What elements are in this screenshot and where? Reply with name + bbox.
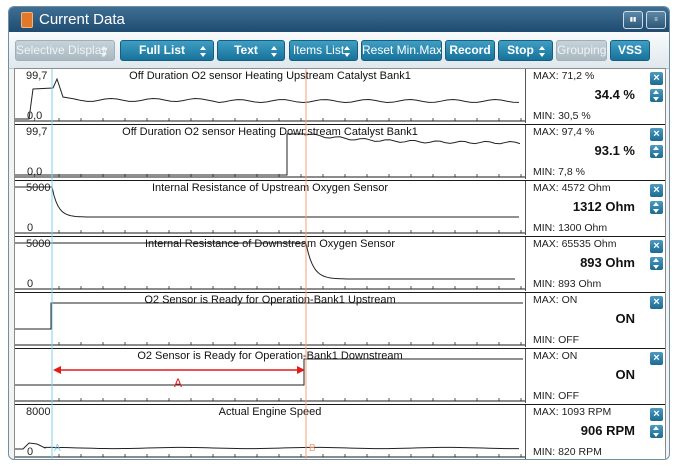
min-value: MIN: 30,5 % (533, 110, 591, 122)
graph-plot: 99,7 0,0 Off Duration O2 sensor Heating Do… (15, 125, 526, 179)
app-icon (21, 12, 33, 28)
value-panel: MAX: 1093 RPM 906 RPM MIN: 820 RPM × (527, 405, 665, 459)
min-value: MIN: 7,8 % (533, 166, 585, 178)
cursor-b-label[interactable]: B (309, 443, 316, 454)
close-icon[interactable]: × (650, 352, 663, 365)
current-value: 93.1 % (594, 143, 635, 158)
data-row: O2 Sensor is Ready for Operation-Bank1 D… (15, 349, 665, 405)
close-icon[interactable]: × (650, 128, 663, 141)
min-value: MIN: 820 RPM (533, 446, 602, 458)
text-button[interactable]: Text (217, 40, 285, 61)
max-value: MAX: ON (533, 294, 578, 306)
value-panel: MAX: 65535 Ohm 893 Ohm MIN: 893 Ohm × (527, 237, 665, 291)
value-panel: MAX: 97,4 % 93.1 % MIN: 7,8 % × (527, 125, 665, 179)
min-value: MIN: OFF (533, 390, 580, 402)
min-value: MIN: 1300 Ohm (533, 222, 608, 234)
data-row: 99,7 0,0 Off Duration O2 sensor Heating Up… (15, 69, 665, 125)
y-min-label: 0 (27, 222, 34, 234)
y-min-label: 0,0 (27, 110, 43, 122)
close-icon[interactable]: × (650, 408, 663, 421)
scale-spinner-icon[interactable] (650, 201, 663, 214)
current-value: 1312 Ohm (572, 199, 635, 214)
graph-plot: 5000 0 Internal Resistance of Upstream Oxy… (15, 181, 526, 235)
current-value: 34.4 % (594, 87, 635, 102)
parameter-name: Off Duration O2 sensor Heating Downstrea… (122, 126, 418, 138)
data-row: 8000 0 Actual Engine Speed MAX: 1093 RPM 906… (15, 405, 665, 459)
scale-spinner-icon[interactable] (650, 425, 663, 438)
spinner-icon (344, 46, 351, 57)
close-icon[interactable]: × (650, 240, 663, 253)
parameter-name: Off Duration O2 sensor Heating Upstream … (129, 70, 411, 82)
value-panel: MAX: ON ON MIN: OFF × (527, 293, 665, 347)
close-icon[interactable]: × (650, 296, 663, 309)
menu-icon[interactable]: ≡ (646, 11, 666, 29)
current-data-window: Current Data ▮▮ ≡ Selective Display Full… (8, 6, 670, 460)
max-value: MAX: 4572 Ohm (533, 182, 611, 194)
y-min-label: 0 (27, 446, 34, 458)
scale-spinner-icon[interactable] (650, 257, 663, 270)
current-value: 893 Ohm (580, 255, 635, 270)
scale-spinner-icon[interactable] (650, 89, 663, 102)
reset-icon[interactable]: ▮▮ (623, 11, 643, 29)
record-button[interactable]: Record (445, 40, 495, 61)
title-bar: Current Data ▮▮ ≡ (9, 7, 669, 32)
spinner-icon (271, 46, 278, 57)
graph-area: 99,7 0,0 Off Duration O2 sensor Heating Up… (14, 68, 666, 459)
max-value: MAX: 1093 RPM (533, 406, 612, 418)
y-min-label: 0,0 (27, 166, 43, 178)
data-row: 99,7 0,0 Off Duration O2 sensor Heating Do… (15, 125, 665, 181)
selective-display-button[interactable]: Selective Display (15, 40, 115, 61)
toolbar: Selective Display Full List Text Items L… (9, 32, 669, 69)
graph-plot: 5000 0 Internal Resistance of Downstream O… (15, 237, 526, 291)
current-value: ON (615, 367, 636, 382)
max-value: MAX: 65535 Ohm (533, 238, 617, 250)
graph-plot: 8000 0 Actual Engine Speed (15, 405, 526, 459)
max-value: MAX: 71,2 % (533, 70, 595, 82)
grouping-button[interactable]: Grouping (556, 40, 607, 61)
data-row: 5000 0 Internal Resistance of Upstream Oxy… (15, 181, 665, 237)
current-value: 906 RPM (580, 423, 635, 438)
close-icon[interactable]: × (650, 184, 663, 197)
scale-spinner-icon[interactable] (650, 145, 663, 158)
parameter-name: Actual Engine Speed (218, 406, 322, 418)
parameter-name: Internal Resistance of Downstream Oxygen… (144, 238, 396, 250)
parameter-name: Internal Resistance of Upstream Oxygen S… (151, 182, 388, 194)
stop-button[interactable]: Stop (498, 40, 553, 61)
max-value: MAX: ON (533, 350, 578, 362)
items-list-button[interactable]: Items List (289, 40, 358, 61)
max-value: MAX: 97,4 % (533, 126, 595, 138)
full-list-button[interactable]: Full List (120, 40, 214, 61)
spinner-icon (200, 46, 207, 57)
data-row: 5000 0 Internal Resistance of Downstream O… (15, 237, 665, 293)
y-min-label: 0 (27, 278, 34, 290)
parameter-name: O2 Sensor is Ready for Operation-Bank1 U… (144, 294, 396, 306)
value-panel: MAX: 71,2 % 34.4 % MIN: 30,5 % × (527, 69, 665, 123)
graph-plot: 99,7 0,0 Off Duration O2 sensor Heating Up… (15, 69, 526, 123)
value-panel: MAX: ON ON MIN: OFF × (527, 349, 665, 403)
min-value: MIN: OFF (533, 334, 580, 346)
parameter-name: O2 Sensor is Ready for Operation-Bank1 D… (137, 350, 403, 362)
window-title: Current Data (39, 11, 125, 28)
reset-min-max-button[interactable]: Reset Min.Max (361, 40, 442, 61)
annotation-label: A (174, 376, 183, 390)
min-value: MIN: 893 Ohm (533, 278, 602, 290)
graph-plot: O2 Sensor is Ready for Operation-Bank1 U… (15, 293, 526, 347)
spinner-icon (101, 46, 108, 57)
spinner-icon (539, 46, 546, 57)
current-value: ON (615, 311, 636, 326)
value-panel: MAX: 4572 Ohm 1312 Ohm MIN: 1300 Ohm × (527, 181, 665, 235)
vss-button[interactable]: VSS (610, 40, 650, 61)
close-icon[interactable]: × (650, 72, 663, 85)
cursor-a-label[interactable]: A (54, 443, 61, 454)
graph-plot: O2 Sensor is Ready for Operation-Bank1 D… (15, 349, 526, 403)
data-row: O2 Sensor is Ready for Operation-Bank1 U… (15, 293, 665, 349)
